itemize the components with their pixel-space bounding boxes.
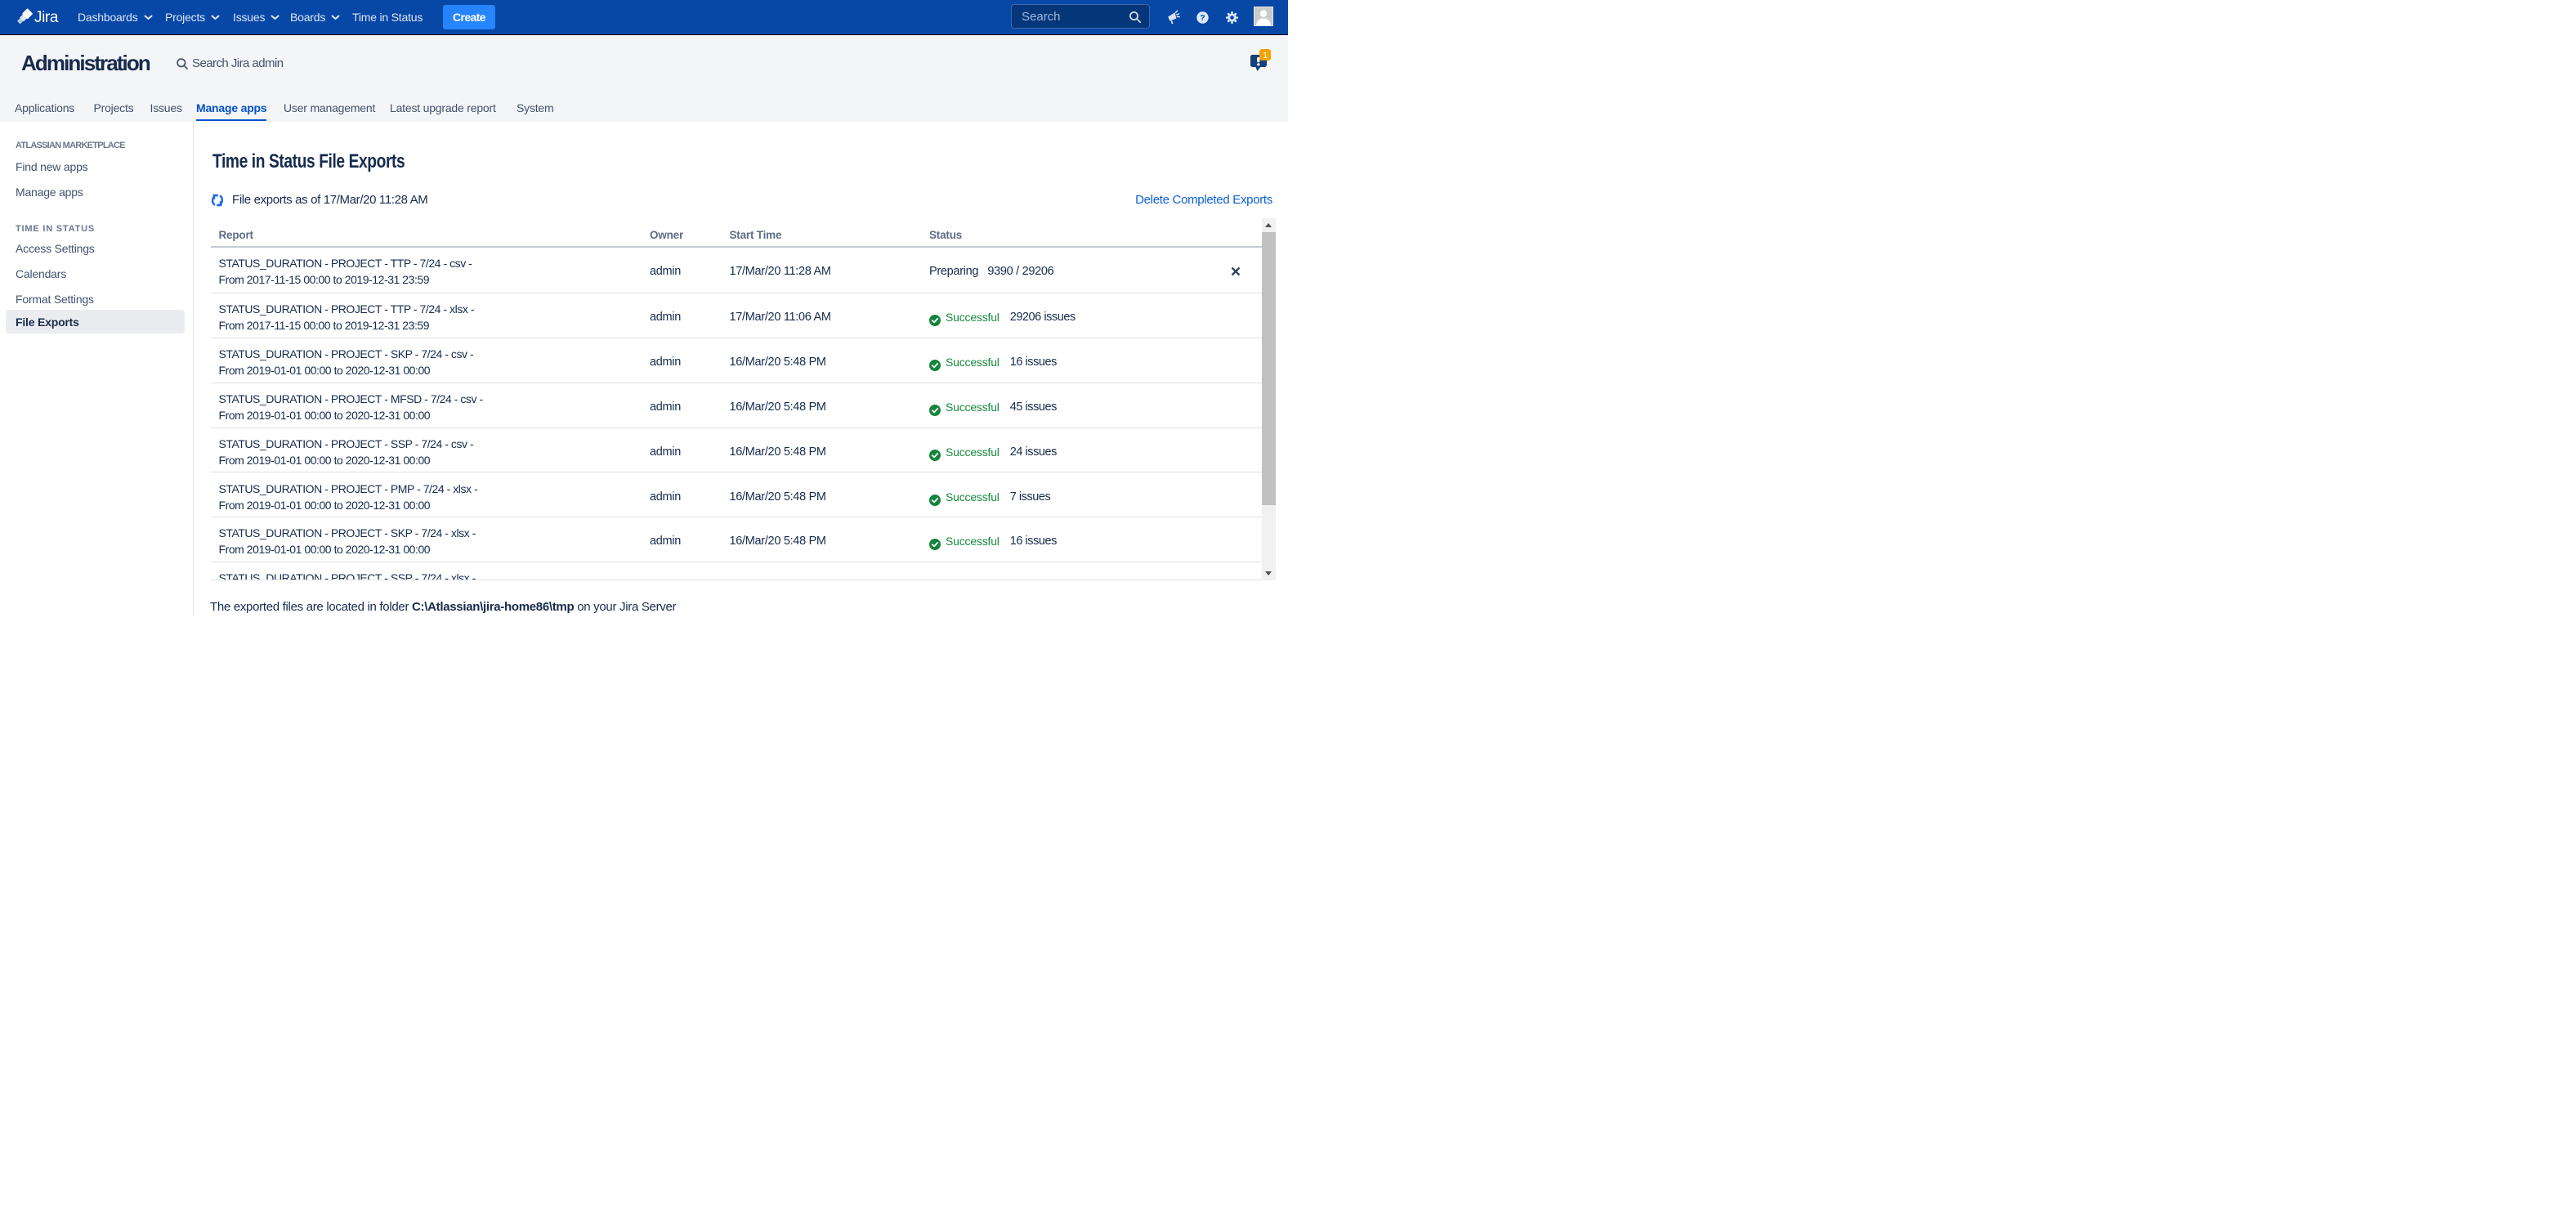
- svg-text:1: 1: [1263, 51, 1268, 60]
- svg-text:?: ?: [1200, 13, 1205, 23]
